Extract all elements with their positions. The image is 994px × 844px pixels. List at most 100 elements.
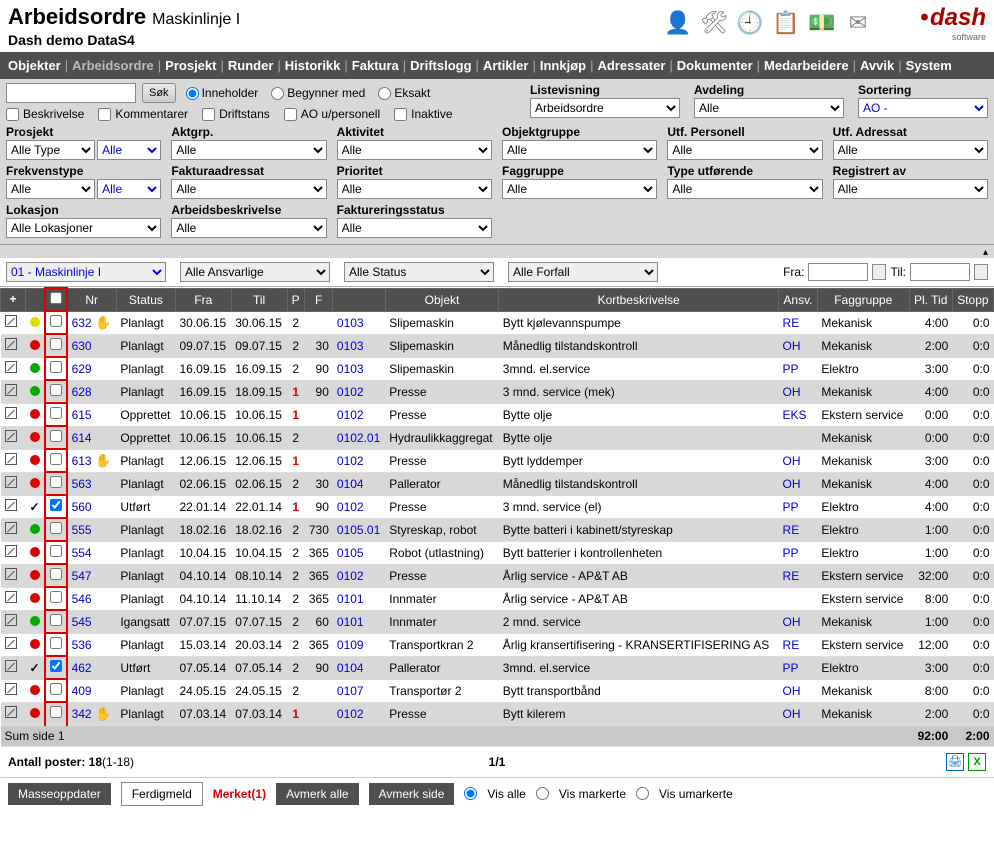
col-header[interactable]: Ansv. bbox=[779, 288, 818, 311]
objekt-link[interactable]: 0107 bbox=[337, 684, 364, 698]
objekt-link[interactable]: 0102 bbox=[337, 569, 364, 583]
table-row[interactable]: 342 ✋Planlagt07.03.1407.03.1410102Presse… bbox=[1, 702, 994, 725]
ansv-link[interactable]: RE bbox=[783, 316, 800, 330]
col-header[interactable]: F bbox=[304, 288, 333, 311]
filter-select[interactable]: Alle Lokasjoner bbox=[6, 218, 161, 238]
nav-objekter[interactable]: Objekter bbox=[8, 58, 61, 73]
table-row[interactable]: 615Opprettet10.06.1510.06.1510102PresseB… bbox=[1, 403, 994, 426]
ansvarlige-select[interactable]: Alle Ansvarlige bbox=[180, 262, 330, 282]
table-row[interactable]: 632 ✋Planlagt30.06.1530.06.1520103Slipem… bbox=[1, 311, 994, 334]
ansv-link[interactable]: PP bbox=[783, 546, 799, 560]
edit-icon[interactable] bbox=[5, 430, 17, 442]
edit-icon[interactable] bbox=[5, 384, 17, 396]
nr-link[interactable]: 630 bbox=[72, 339, 92, 353]
col-header[interactable]: Pl. Tid bbox=[909, 288, 952, 311]
edit-icon[interactable] bbox=[5, 637, 17, 649]
edit-icon[interactable] bbox=[5, 407, 17, 419]
row-checkbox[interactable] bbox=[50, 637, 62, 649]
search-radio-0[interactable] bbox=[186, 87, 199, 100]
clock-icon[interactable]: 🕘 bbox=[736, 9, 764, 37]
row-checkbox[interactable] bbox=[50, 315, 62, 327]
ansv-link[interactable]: OH bbox=[783, 339, 801, 353]
nav-innkjøp[interactable]: Innkjøp bbox=[540, 58, 586, 73]
nav-avvik[interactable]: Avvik bbox=[860, 58, 894, 73]
objekt-link[interactable]: 0105 bbox=[337, 546, 364, 560]
edit-icon[interactable] bbox=[5, 361, 17, 373]
row-checkbox[interactable] bbox=[50, 614, 62, 626]
search-radio-1[interactable] bbox=[271, 87, 284, 100]
select-all-checkbox[interactable] bbox=[50, 292, 62, 304]
col-header[interactable] bbox=[26, 288, 45, 311]
nav-runder[interactable]: Runder bbox=[228, 58, 274, 73]
row-checkbox[interactable] bbox=[50, 683, 62, 695]
ansv-link[interactable]: RE bbox=[783, 638, 800, 652]
ferdigmeld-button[interactable]: Ferdigmeld bbox=[121, 782, 203, 806]
row-checkbox[interactable] bbox=[50, 430, 62, 442]
edit-icon[interactable] bbox=[5, 453, 17, 465]
table-row[interactable]: 546Planlagt04.10.1411.10.1423650101Innma… bbox=[1, 587, 994, 610]
forfall-select[interactable]: Alle Forfall bbox=[508, 262, 658, 282]
filter-select[interactable]: Alle bbox=[833, 140, 988, 160]
check-inaktive[interactable] bbox=[394, 108, 407, 121]
nr-link[interactable]: 342 bbox=[72, 707, 92, 721]
table-row[interactable]: 555Planlagt18.02.1618.02.1627300105.01St… bbox=[1, 518, 994, 541]
nr-link[interactable]: 545 bbox=[72, 615, 92, 629]
row-checkbox[interactable] bbox=[50, 706, 62, 718]
fra-input[interactable] bbox=[808, 263, 868, 281]
table-row[interactable]: 409Planlagt24.05.1524.05.1520107Transpor… bbox=[1, 679, 994, 702]
filter-select[interactable]: Alle bbox=[97, 140, 161, 160]
objekt-link[interactable]: 0103 bbox=[337, 339, 364, 353]
objekt-link[interactable]: 0103 bbox=[337, 362, 364, 376]
nav-medarbeidere[interactable]: Medarbeidere bbox=[764, 58, 849, 73]
col-header[interactable] bbox=[45, 288, 67, 311]
col-header[interactable]: Status bbox=[116, 288, 175, 311]
objekt-link[interactable]: 0102 bbox=[337, 385, 364, 399]
col-header[interactable]: P bbox=[287, 288, 304, 311]
col-header[interactable]: Stopp bbox=[952, 288, 993, 311]
ansv-link[interactable]: PP bbox=[783, 362, 799, 376]
col-header[interactable]: Objekt bbox=[385, 288, 499, 311]
row-checkbox[interactable] bbox=[50, 338, 62, 350]
edit-icon[interactable] bbox=[5, 522, 17, 534]
tools-icon[interactable]: 🛠 bbox=[700, 9, 728, 37]
nr-link[interactable]: 613 bbox=[72, 454, 92, 468]
col-header[interactable]: + bbox=[1, 288, 26, 311]
objekt-link[interactable]: 0102 bbox=[337, 408, 364, 422]
row-checkbox[interactable] bbox=[50, 591, 62, 603]
objekt-link[interactable]: 0103 bbox=[337, 316, 364, 330]
filter-select[interactable]: Alle bbox=[171, 179, 326, 199]
nr-link[interactable]: 546 bbox=[72, 592, 92, 606]
objekt-link[interactable]: 0104 bbox=[337, 477, 364, 491]
check-beskrivelse[interactable] bbox=[6, 108, 19, 121]
nr-link[interactable]: 614 bbox=[72, 431, 92, 445]
nr-link[interactable]: 560 bbox=[72, 500, 92, 514]
til-input[interactable] bbox=[910, 263, 970, 281]
ansv-link[interactable]: PP bbox=[783, 661, 799, 675]
objekt-link[interactable]: 0101 bbox=[337, 615, 364, 629]
filter-select[interactable]: Alle bbox=[667, 179, 822, 199]
row-checkbox[interactable] bbox=[50, 499, 62, 511]
ansv-link[interactable]: OH bbox=[783, 615, 801, 629]
col-header[interactable]: Kortbeskrivelse bbox=[499, 288, 779, 311]
ansv-link[interactable]: OH bbox=[783, 707, 801, 721]
vis-radio[interactable] bbox=[636, 787, 649, 800]
edit-icon[interactable] bbox=[5, 476, 17, 488]
clipboard-icon[interactable]: 📋 bbox=[772, 9, 800, 37]
calendar-icon[interactable] bbox=[872, 264, 886, 280]
money-icon[interactable]: 💵 bbox=[808, 9, 836, 37]
excel-icon[interactable]: X bbox=[968, 753, 986, 771]
maskinlinje-select[interactable]: 01 - Maskinlinje I bbox=[6, 262, 166, 282]
print-icon[interactable]: 🖨 bbox=[946, 753, 964, 771]
collapse-toggle[interactable]: ▴ bbox=[0, 245, 994, 258]
listevisning-select[interactable]: Arbeidsordre bbox=[530, 98, 680, 118]
ansv-link[interactable]: RE bbox=[783, 569, 800, 583]
user-icon[interactable]: 👤 bbox=[664, 9, 692, 37]
nr-link[interactable]: 632 bbox=[72, 316, 92, 330]
objekt-link[interactable]: 0102.01 bbox=[337, 431, 380, 445]
filter-select[interactable]: Alle bbox=[97, 179, 161, 199]
objekt-link[interactable]: 0102 bbox=[337, 707, 364, 721]
col-header[interactable]: Faggruppe bbox=[817, 288, 909, 311]
filter-select[interactable]: Alle bbox=[833, 179, 988, 199]
status-select[interactable]: Alle Status bbox=[344, 262, 494, 282]
table-row[interactable]: 628Planlagt16.09.1518.09.151900102Presse… bbox=[1, 380, 994, 403]
